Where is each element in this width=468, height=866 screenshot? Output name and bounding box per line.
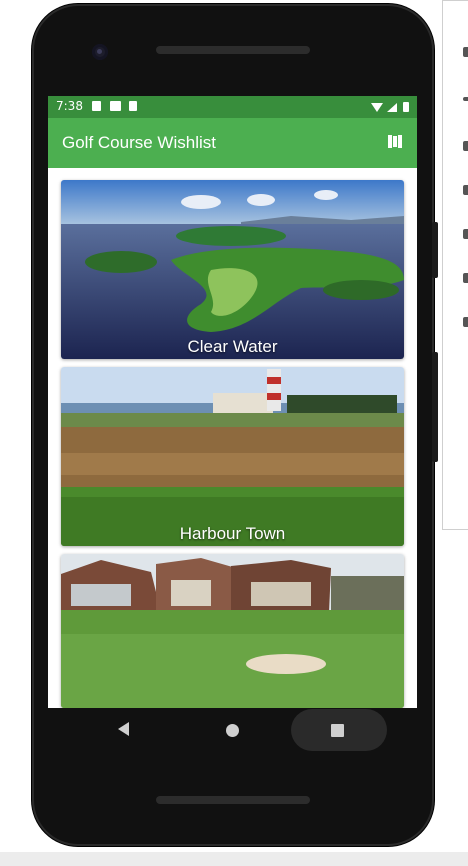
app-screen: 7:38 Golf Course Wishlist Clear Water Ha… <box>48 96 417 708</box>
course-photo <box>61 367 404 546</box>
volume-icon[interactable] <box>463 97 468 101</box>
app-bar: Golf Course Wishlist <box>48 118 417 168</box>
wifi-icon <box>371 103 383 112</box>
home-icon[interactable] <box>226 724 239 737</box>
notification-icon <box>92 101 101 111</box>
status-time: 7:38 <box>56 99 83 113</box>
emulator-toolbar <box>442 0 468 530</box>
power-icon[interactable] <box>463 47 468 57</box>
battery-icon <box>403 102 409 112</box>
rotate-icon[interactable] <box>463 141 468 151</box>
back-tool-icon[interactable] <box>463 185 468 195</box>
host-bottom-strip <box>0 852 468 866</box>
app-title: Golf Course Wishlist <box>62 133 216 152</box>
power-button[interactable] <box>432 352 438 462</box>
zoom-icon[interactable] <box>463 317 468 327</box>
screenshot-icon[interactable] <box>463 273 468 283</box>
top-speaker <box>156 46 310 54</box>
course-name: Harbour Town <box>179 524 286 543</box>
volume-button[interactable] <box>432 222 438 278</box>
status-bar: 7:38 <box>48 96 417 118</box>
recents-icon[interactable] <box>331 724 344 737</box>
course-card-clear-water[interactable]: Clear Water <box>61 180 404 359</box>
sd-card-icon <box>129 101 137 111</box>
signal-icon <box>387 103 397 112</box>
bottom-speaker <box>156 796 310 804</box>
erase-icon[interactable] <box>463 229 468 239</box>
course-name: Clear Water <box>187 337 278 356</box>
status-icons <box>371 102 409 112</box>
course-card-harbour-town[interactable]: Harbour Town <box>61 367 404 546</box>
back-icon[interactable] <box>118 722 129 736</box>
course-photo <box>61 180 404 359</box>
course-card-3[interactable] <box>61 554 404 708</box>
mail-icon <box>110 101 121 111</box>
front-camera <box>92 44 108 60</box>
course-photo <box>61 554 404 708</box>
map-icon[interactable] <box>388 135 403 148</box>
